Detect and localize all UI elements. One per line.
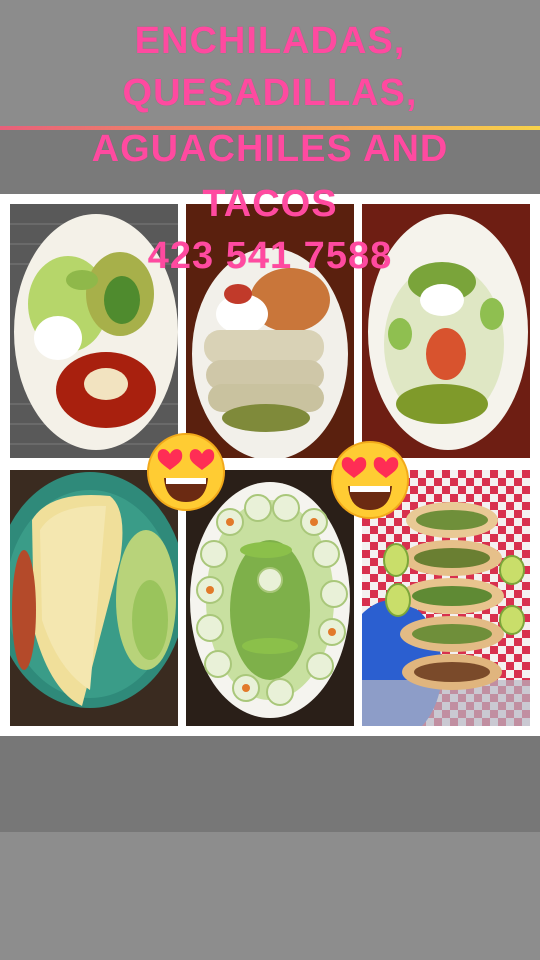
- phone-number: 423 541 7588: [147, 235, 393, 277]
- bottom-band: [0, 832, 540, 960]
- headline-line-1: ENCHILADAS,: [134, 20, 406, 62]
- headline-line-2: QUESADILLAS,: [122, 72, 418, 114]
- heart-eyes-emoji-icon: [146, 432, 226, 512]
- headline-line-3: AGUACHILES AND: [91, 128, 449, 170]
- lower-band: [0, 736, 540, 832]
- heart-eyes-emoji-icon: [330, 440, 410, 520]
- headline-line-4: TACOS: [202, 183, 338, 225]
